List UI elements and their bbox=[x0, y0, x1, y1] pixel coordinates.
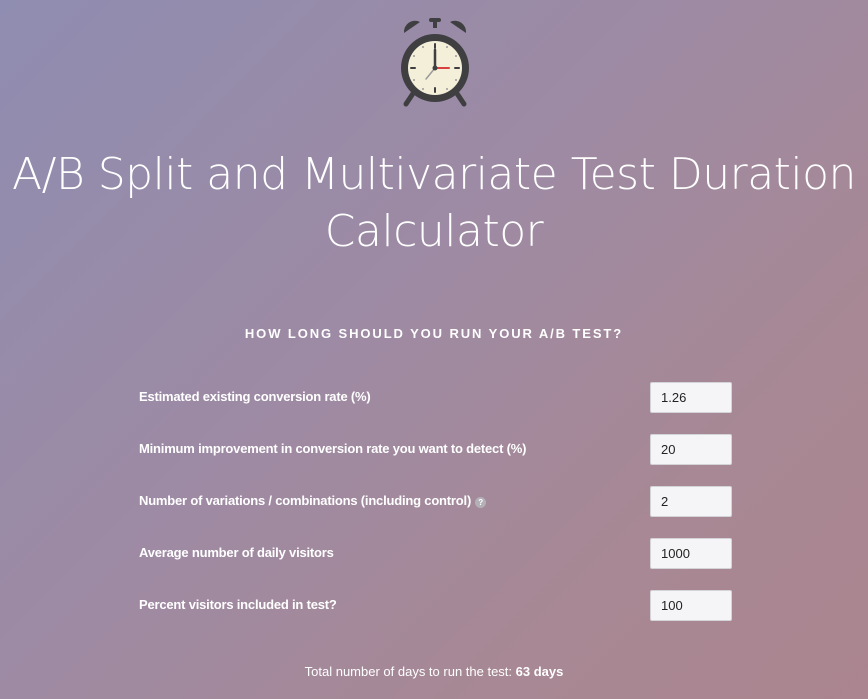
percent-visitors-label: Percent visitors included in test? bbox=[139, 597, 337, 612]
minimum-improvement-input[interactable] bbox=[650, 434, 732, 465]
daily-visitors-row: Average number of daily visitors bbox=[139, 538, 732, 569]
variations-label: Number of variations / combinations (inc… bbox=[139, 493, 472, 508]
conversion-rate-row: Estimated existing conversion rate (%) bbox=[139, 382, 732, 413]
conversion-rate-label: Estimated existing conversion rate (%) bbox=[139, 389, 371, 404]
minimum-improvement-row: Minimum improvement in conversion rate y… bbox=[139, 434, 732, 465]
calculator-heading: HOW LONG SHOULD YOU RUN YOUR A/B TEST? bbox=[244, 326, 624, 341]
help-icon[interactable]: ? bbox=[475, 497, 487, 508]
minimum-improvement-label: Minimum improvement in conversion rate y… bbox=[139, 441, 527, 456]
result-label: Total number of days to run the test: bbox=[304, 664, 513, 679]
page-title: A/B Split and Multivariate Test Duration… bbox=[0, 146, 868, 260]
variations-row: Number of variations / combinations (inc… bbox=[139, 486, 732, 517]
alarm-clock-icon bbox=[398, 16, 472, 108]
result-value: 63 days bbox=[515, 664, 564, 679]
result-text: Total number of days to run the test: 63… bbox=[0, 664, 868, 679]
variations-label-wrap: Number of variations / combinations (inc… bbox=[139, 493, 487, 508]
variations-input[interactable] bbox=[650, 486, 732, 517]
page-title-line-2: Calculator bbox=[324, 206, 544, 257]
conversion-rate-input[interactable] bbox=[650, 382, 732, 413]
daily-visitors-label: Average number of daily visitors bbox=[139, 545, 334, 560]
percent-visitors-row: Percent visitors included in test? bbox=[139, 590, 732, 621]
daily-visitors-input[interactable] bbox=[650, 538, 732, 569]
page-title-line-1: A/B Split and Multivariate Test Duration bbox=[12, 149, 856, 200]
percent-visitors-input[interactable] bbox=[650, 590, 732, 621]
